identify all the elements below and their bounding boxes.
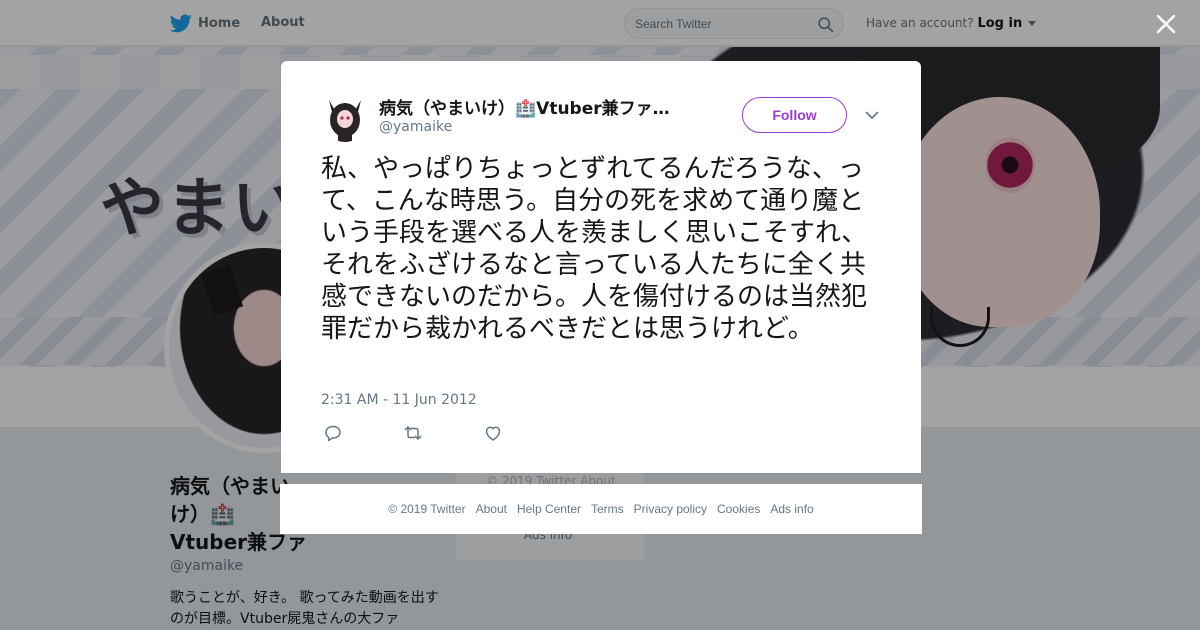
tweet-text: 私、やっぱりちょっとずれてるんだろうな、って、こんな時思う。自分の死を求めて通り… [321, 154, 868, 344]
tweet-author-avatar[interactable] [321, 94, 369, 142]
footer-copyright: © 2019 Twitter [388, 502, 466, 516]
chevron-down-icon[interactable] [865, 109, 879, 121]
tweet-permalink-modal: 病気（やまいけ）🏥Vtuber兼ファ… @yamaike Follow 私、やっ… [281, 61, 921, 473]
tweet-actions [321, 423, 521, 443]
avatar-image [321, 94, 369, 142]
footer-link-terms[interactable]: Terms [591, 502, 624, 516]
footer-link-help-center[interactable]: Help Center [517, 502, 581, 516]
like-icon[interactable] [483, 423, 503, 443]
footer-link-cookies[interactable]: Cookies [717, 502, 760, 516]
tweet-author-handle[interactable]: @yamaike [379, 119, 452, 135]
close-icon[interactable] [1154, 12, 1178, 36]
footer-link-privacy-policy[interactable]: Privacy policy [634, 502, 707, 516]
retweet-icon[interactable] [403, 423, 423, 443]
reply-icon[interactable] [323, 423, 343, 443]
footer-link-about[interactable]: About [476, 502, 507, 516]
tweet-author-name[interactable]: 病気（やまいけ）🏥Vtuber兼ファ… [379, 94, 684, 119]
tweet-timestamp[interactable]: 2:31 AM - 11 Jun 2012 [321, 392, 477, 408]
follow-button[interactable]: Follow [742, 97, 847, 133]
footer-link-ads-info[interactable]: Ads info [770, 502, 813, 516]
modal-footer: © 2019 Twitter About Help Center Terms P… [280, 484, 922, 534]
